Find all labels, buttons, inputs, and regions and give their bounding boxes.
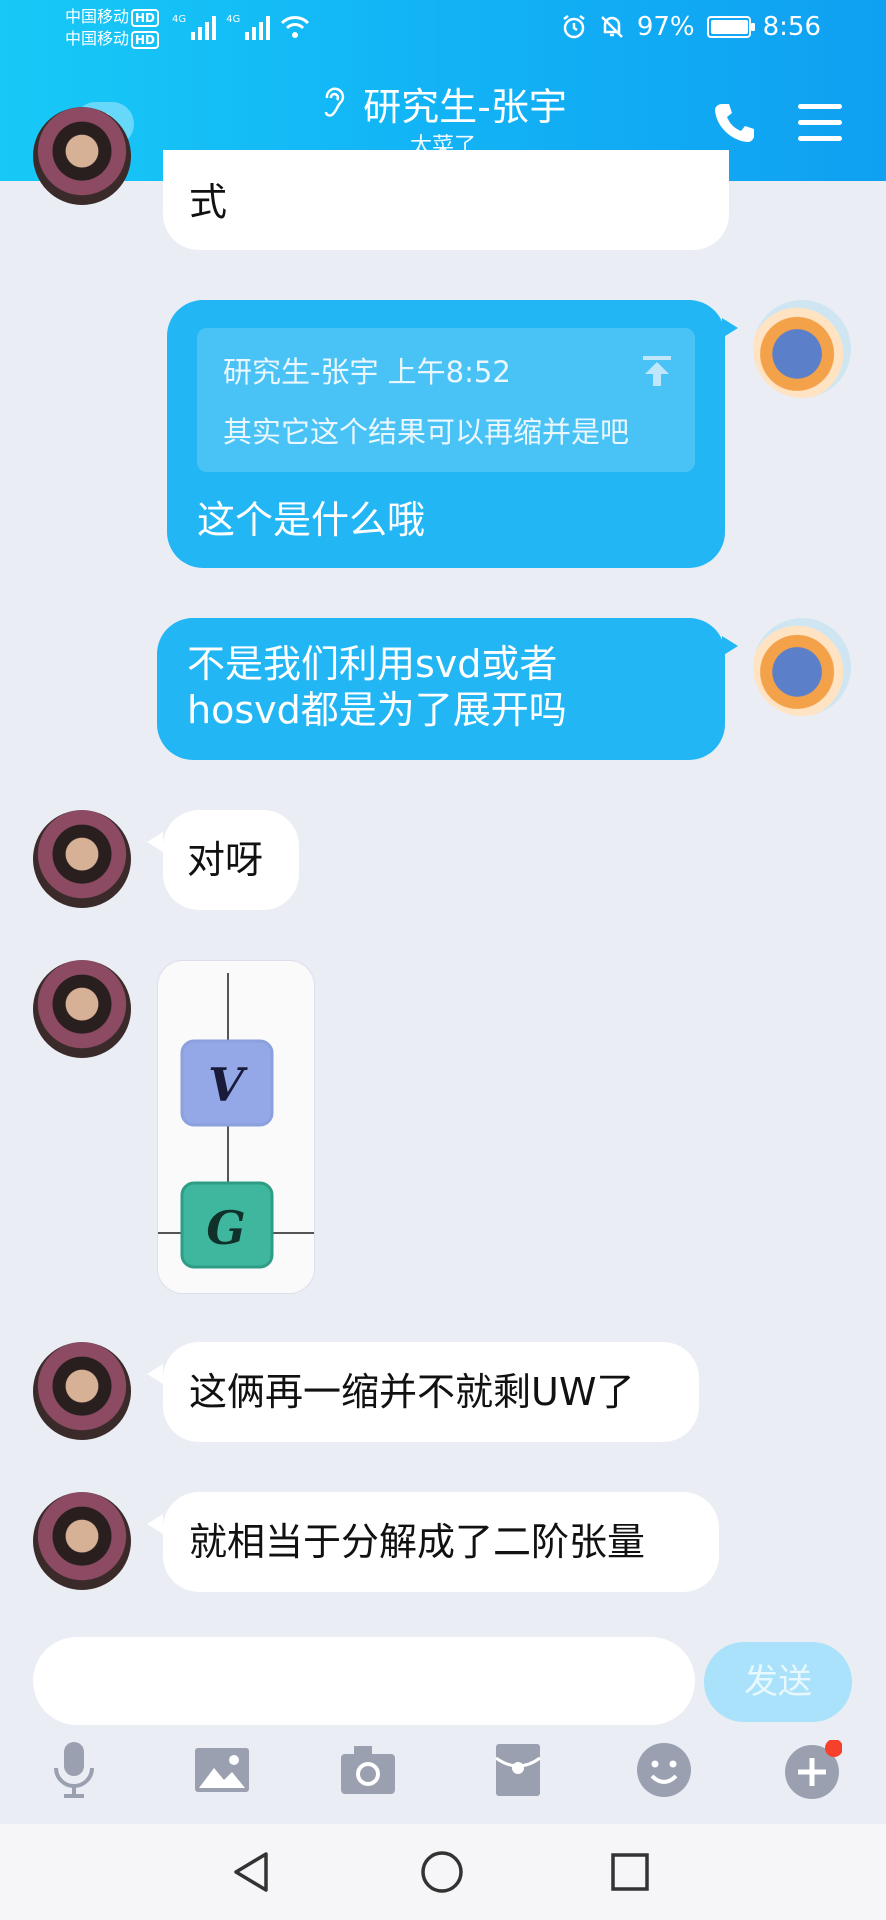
contact-avatar[interactable]	[33, 1342, 131, 1440]
incoming-message[interactable]: 就相当于分解成了二阶张量	[163, 1492, 719, 1592]
carrier-2: 中国移动	[65, 29, 130, 48]
signal-indicators: 4G 4G	[172, 14, 310, 40]
quoted-message[interactable]: 研究生-张宇 上午8:52 其实它这个结果可以再缩并是吧	[197, 328, 695, 472]
hd-badge: HD	[131, 31, 160, 49]
clock: 8:56	[762, 12, 821, 42]
wifi-icon	[281, 16, 310, 38]
plus-icon	[785, 1739, 843, 1799]
recents-square-icon[interactable]	[608, 1850, 652, 1894]
net-type-label: 4G	[172, 14, 187, 25]
battery-percent: 97%	[636, 12, 695, 42]
contact-avatar[interactable]	[33, 1492, 131, 1590]
phone-icon[interactable]	[712, 100, 756, 144]
red-packet-icon[interactable]	[488, 1740, 548, 1800]
chat-title: 研究生-张宇	[363, 85, 567, 129]
contact-avatar[interactable]	[33, 810, 131, 908]
hd-badge: HD	[131, 9, 160, 27]
send-button[interactable]: 发送	[704, 1642, 852, 1722]
system-nav-bar	[0, 1824, 886, 1920]
emoji-icon[interactable]	[634, 1740, 694, 1800]
outgoing-message[interactable]: 研究生-张宇 上午8:52 其实它这个结果可以再缩并是吧 这个是什么哦	[167, 300, 725, 568]
back-triangle-icon[interactable]	[230, 1850, 274, 1894]
menu-icon[interactable]	[798, 104, 842, 152]
node-g-label: G	[206, 1201, 245, 1255]
carrier-1: 中国移动	[65, 7, 130, 26]
signal-icon: 4G	[226, 14, 271, 40]
incoming-message[interactable]: 对呀	[163, 810, 299, 910]
jump-to-icon[interactable]	[641, 354, 673, 388]
microphone-icon[interactable]	[44, 1740, 104, 1800]
outgoing-message[interactable]: 不是我们利用svd或者 hosvd都是为了展开吗	[157, 618, 725, 760]
camera-icon[interactable]	[338, 1740, 398, 1800]
my-avatar[interactable]	[753, 300, 851, 398]
message-text: 对呀	[187, 838, 264, 882]
message-text: hosvd都是为了展开吗	[187, 688, 567, 732]
bubble-tail	[147, 1514, 163, 1534]
contact-avatar[interactable]	[33, 960, 131, 1058]
battery-icon	[706, 16, 755, 38]
signal-icon: 4G	[172, 14, 217, 40]
image-message[interactable]: V G	[157, 960, 315, 1294]
message-text: 式	[189, 180, 228, 224]
net-type-label: 4G	[226, 14, 241, 25]
quote-header: 研究生-张宇 上午8:52	[223, 355, 511, 389]
alarm-icon	[563, 15, 585, 39]
node-v-label: V	[208, 1058, 248, 1112]
image-icon[interactable]	[192, 1740, 252, 1800]
mute-bell-icon	[600, 16, 623, 38]
status-right: 97% 8:56	[561, 12, 821, 42]
incoming-message[interactable]: 式	[163, 150, 729, 250]
my-avatar[interactable]	[753, 618, 851, 716]
carrier-info: 中国移动 HD 中国移动 HD	[65, 6, 160, 50]
bubble-tail	[147, 1364, 163, 1384]
home-circle-icon[interactable]	[420, 1850, 464, 1894]
quote-text: 其实它这个结果可以再缩并是吧	[223, 415, 630, 449]
message-text: 这个是什么哦	[197, 498, 426, 542]
message-text: 不是我们利用svd或者	[187, 642, 558, 686]
input-toolbar	[0, 1739, 886, 1820]
status-bar: 中国移动 HD 中国移动 HD 4G 4G 97% 8:56	[0, 0, 886, 60]
ear-icon[interactable]	[319, 84, 349, 132]
contact-avatar[interactable]	[33, 107, 131, 205]
incoming-message[interactable]: 这俩再一缩并不就剩UW了	[163, 1342, 699, 1442]
message-input[interactable]	[33, 1637, 695, 1725]
bubble-tail	[147, 832, 163, 852]
message-text: 这俩再一缩并不就剩UW了	[189, 1370, 635, 1414]
tensor-diagram-image: V G	[158, 961, 314, 1293]
plus-button[interactable]	[782, 1739, 843, 1800]
message-text: 就相当于分解成了二阶张量	[189, 1520, 646, 1564]
